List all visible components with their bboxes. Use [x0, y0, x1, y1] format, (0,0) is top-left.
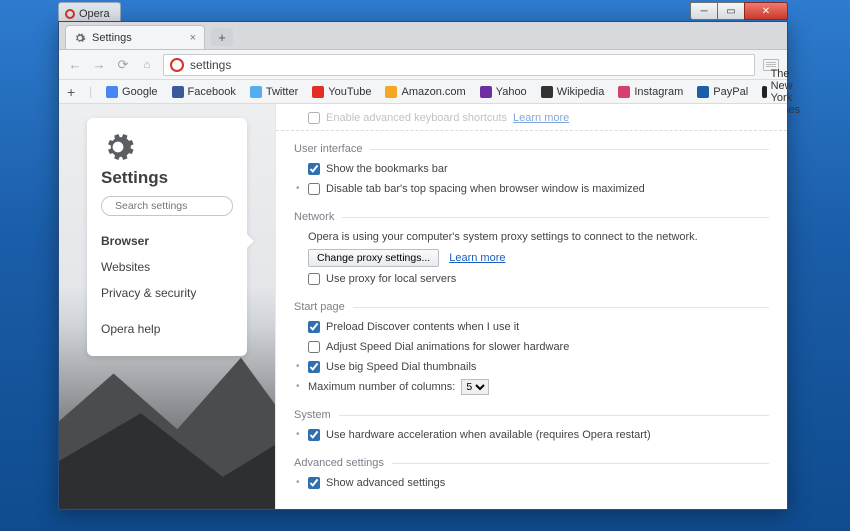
bookmark-label: Amazon.com — [401, 86, 465, 98]
bookmark-item[interactable]: Instagram — [618, 86, 683, 98]
favicon — [172, 86, 184, 98]
bookmark-label: Twitter — [266, 86, 298, 98]
checkbox-proxy-local[interactable] — [308, 273, 320, 285]
sidebar-item-help[interactable]: Opera help — [101, 316, 233, 342]
checkbox-big-thumbs[interactable] — [308, 361, 320, 373]
checkbox-show-bookmarks[interactable] — [308, 163, 320, 175]
bookmark-label: Instagram — [634, 86, 683, 98]
checkbox-preload-discover[interactable] — [308, 321, 320, 333]
settings-sidebar: Settings Browser Websites Privacy & secu… — [87, 118, 247, 356]
bookmark-label: Yahoo — [496, 86, 527, 98]
bookmark-label: Google — [122, 86, 157, 98]
legend-system: System — [294, 409, 339, 421]
bookmark-item[interactable]: Google — [106, 86, 157, 98]
favicon — [762, 86, 766, 98]
bookmark-item[interactable]: Wikipedia — [541, 86, 605, 98]
bookmark-item[interactable]: Amazon.com — [385, 86, 465, 98]
bookmarks-bar: + | GoogleFacebookTwitterYouTubeAmazon.c… — [59, 80, 787, 104]
sidebar-item-websites[interactable]: Websites — [101, 254, 233, 280]
add-bookmark-button[interactable]: + — [67, 84, 75, 100]
bookmark-item[interactable]: Facebook — [172, 86, 236, 98]
settings-search-input[interactable] — [115, 200, 250, 212]
favicon — [250, 86, 262, 98]
bookmark-label: Facebook — [188, 86, 236, 98]
sidebar-pointer — [247, 234, 254, 248]
bookmark-item[interactable]: Yahoo — [480, 86, 527, 98]
legend-advanced: Advanced settings — [294, 457, 392, 469]
checkbox-show-advanced[interactable] — [308, 477, 320, 489]
legend-network: Network — [294, 211, 342, 223]
favicon — [697, 86, 709, 98]
tab-strip: Settings × + — [59, 22, 787, 50]
legend-ui: User interface — [294, 143, 370, 155]
content-area: Settings Browser Websites Privacy & secu… — [59, 104, 787, 509]
tab-close-icon[interactable]: × — [190, 32, 196, 44]
bookmark-item[interactable]: Twitter — [250, 86, 298, 98]
label-hw-accel: Use hardware acceleration when available… — [326, 427, 651, 443]
label-preload-discover: Preload Discover contents when I use it — [326, 319, 519, 335]
favicon — [618, 86, 630, 98]
group-start-page: Start page Preload Discover contents whe… — [294, 301, 769, 397]
browser-window: ─ ▭ ✕ Settings × + ← → ⟳ ⌂ + | GoogleFac… — [58, 21, 788, 510]
settings-search[interactable] — [101, 196, 233, 216]
sidebar-title: Settings — [101, 168, 233, 188]
label-show-bookmarks: Show the bookmarks bar — [326, 161, 448, 177]
gear-icon — [101, 130, 135, 164]
favicon — [385, 86, 397, 98]
settings-panel: Enable advanced keyboard shortcuts Learn… — [275, 104, 787, 509]
checkbox-adv-keyboard[interactable] — [308, 112, 320, 124]
opera-o-icon — [65, 9, 75, 19]
link-proxy-learn-more[interactable]: Learn more — [449, 250, 505, 266]
checkbox-hw-accel[interactable] — [308, 429, 320, 441]
maximize-button[interactable]: ▭ — [717, 2, 745, 20]
os-title-text: Opera — [79, 8, 110, 20]
new-tab-button[interactable]: + — [211, 28, 233, 46]
favicon — [480, 86, 492, 98]
group-network: Network Opera is using your computer's s… — [294, 211, 769, 289]
sidebar-item-browser[interactable]: Browser — [101, 228, 233, 254]
label-disable-top-spacing: Disable tab bar's top spacing when brows… — [326, 181, 645, 197]
text-network-desc: Opera is using your computer's system pr… — [308, 229, 698, 245]
favicon — [106, 86, 118, 98]
os-window-title: Opera — [58, 2, 121, 22]
back-button[interactable]: ← — [67, 57, 83, 72]
tab-settings[interactable]: Settings × — [65, 25, 205, 49]
sidebar-item-privacy[interactable]: Privacy & security — [101, 280, 233, 306]
bookmark-item[interactable]: PayPal — [697, 86, 748, 98]
group-user-interface: User interface Show the bookmarks bar Di… — [294, 143, 769, 199]
bookmark-label: Wikipedia — [557, 86, 605, 98]
button-change-proxy[interactable]: Change proxy settings... — [308, 249, 439, 267]
group-advanced: Advanced settings Show advanced settings — [294, 457, 769, 493]
group-system: System Use hardware acceleration when av… — [294, 409, 769, 445]
select-max-columns[interactable]: 5 — [461, 379, 489, 395]
bookmark-label: YouTube — [328, 86, 371, 98]
tab-title: Settings — [92, 32, 132, 44]
window-controls: ─ ▭ ✕ — [691, 2, 788, 20]
checkbox-adjust-animations[interactable] — [308, 341, 320, 353]
label-adv-keyboard: Enable advanced keyboard shortcuts — [326, 110, 507, 126]
gear-icon — [74, 32, 86, 44]
close-button[interactable]: ✕ — [744, 2, 788, 20]
forward-button[interactable]: → — [91, 57, 107, 72]
label-show-advanced: Show advanced settings — [326, 475, 445, 491]
favicon — [312, 86, 324, 98]
label-max-columns: Maximum number of columns: — [308, 379, 455, 395]
minimize-button[interactable]: ─ — [690, 2, 718, 20]
link-learn-more[interactable]: Learn more — [513, 110, 569, 126]
label-proxy-local: Use proxy for local servers — [326, 271, 456, 287]
checkbox-disable-top-spacing[interactable] — [308, 183, 320, 195]
bookmark-label: PayPal — [713, 86, 748, 98]
label-adjust-animations: Adjust Speed Dial animations for slower … — [326, 339, 569, 355]
bookmark-item[interactable]: YouTube — [312, 86, 371, 98]
legend-start: Start page — [294, 301, 353, 313]
label-big-thumbs: Use big Speed Dial thumbnails — [326, 359, 476, 375]
favicon — [541, 86, 553, 98]
